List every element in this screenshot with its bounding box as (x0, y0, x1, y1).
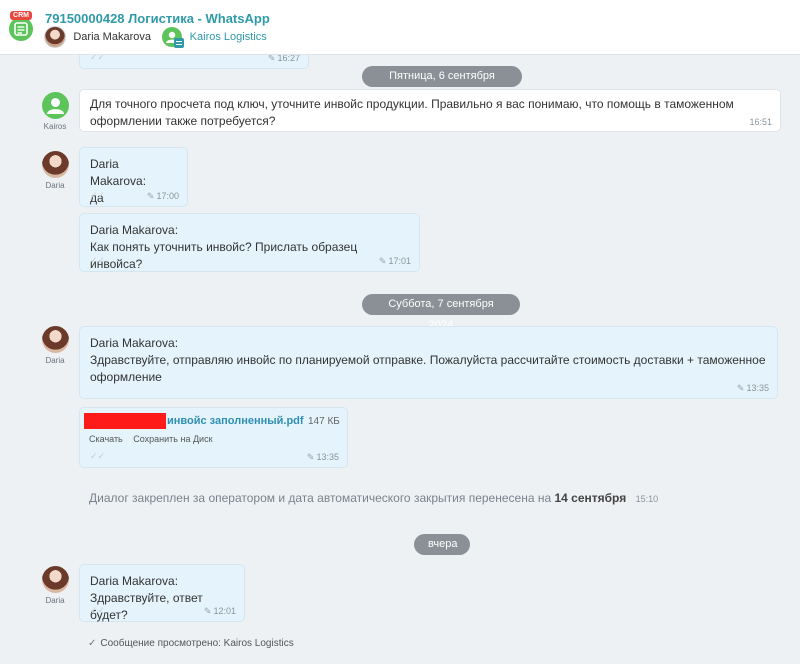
file-name-link[interactable]: инвойс заполненный.pdf (167, 415, 304, 427)
message-author: Daria Makarova: (90, 574, 179, 588)
edited-pencil-icon: ✎ (146, 191, 155, 201)
file-size: 147 КБ (308, 416, 340, 427)
participant-name: Daria Makarova (73, 31, 151, 43)
message-text: Здравствуйте, отправляю инвойс по планир… (90, 353, 766, 367)
chat-title[interactable]: 79150000428 Логистика - WhatsApp (45, 11, 270, 26)
delivered-ticks-icon: ✓✓ (90, 190, 106, 200)
date-separator: Суббота, 7 сентября 2024 (362, 294, 520, 331)
daria-avatar (42, 566, 69, 593)
message-time: 13:35 (316, 452, 339, 462)
system-message-text: Диалог закреплен за оператором и дата ав… (89, 491, 552, 505)
participants-list: Daria Makarova Kairos Logistics (44, 26, 267, 50)
delivered-ticks-icon: ✓✓ (90, 605, 106, 615)
daria-avatar (44, 26, 66, 48)
message-bubble: Daria Makarova: да ✓✓ ✎ 17:00 (79, 147, 188, 207)
sender-label: Daria (45, 181, 65, 190)
download-button[interactable]: Скачать (89, 434, 123, 444)
system-message: Диалог закреплен за оператором и дата ав… (89, 491, 658, 505)
crm-badge-label: CRM (13, 12, 29, 19)
date-separator: вчера (414, 534, 470, 555)
edited-pencil-icon: ✎ (267, 54, 276, 63)
participant-name: Kairos Logistics (189, 31, 267, 43)
message-feed[interactable]: ✓✓ ✎16:27 Пятница, 6 сентября 2024 Kairo… (0, 54, 800, 664)
participant-kairos[interactable]: Kairos Logistics (162, 27, 267, 48)
seen-status-text: Сообщение просмотрено: Kairos Logistics (100, 638, 294, 649)
sender-label: Daria (45, 356, 65, 365)
file-message-bubble: инвойс заполненный.pdf 147 КБ Скачать Со… (79, 407, 348, 468)
edited-pencil-icon: ✎ (306, 452, 315, 462)
message-author: Daria Makarova: (90, 336, 179, 350)
participant-daria[interactable]: Daria Makarova (44, 26, 151, 48)
edited-pencil-icon: ✎ (736, 383, 745, 393)
kairos-avatar (162, 27, 185, 48)
sender-label: Kairos (43, 122, 67, 131)
message-text: оформлении также потребуется? (90, 114, 276, 128)
seen-check-icon: ✓ (88, 638, 97, 649)
message-text: Для точного просчета под ключ, уточните … (90, 97, 734, 111)
message-text: оформление (90, 370, 162, 384)
message-text: Как понять уточнить инвойс? Прислать обр… (90, 240, 358, 271)
delivered-ticks-icon: ✓✓ (90, 451, 106, 461)
message-bubble: Daria Makarova: Здравствуйте, отправляю … (79, 326, 778, 399)
date-separator: Пятница, 6 сентября 2024 (362, 66, 522, 103)
system-message-time: 15:10 (635, 494, 659, 504)
message-time: 16:27 (277, 54, 300, 63)
message-time: 16:51 (749, 117, 772, 127)
channel-badge-icon (174, 38, 185, 48)
seen-status: ✓ Сообщение просмотрено: Kairos Logistics (88, 638, 294, 649)
message-bubble: Для точного просчета под ключ, уточните … (79, 89, 781, 132)
save-to-disk-button[interactable]: Сохранить на Диск (133, 434, 212, 444)
message-author: Daria Makarova: (90, 157, 147, 188)
daria-avatar (42, 326, 69, 353)
kairos-avatar (42, 92, 69, 119)
system-message-date: 14 сентября (554, 491, 627, 505)
message-time: 13:35 (746, 383, 769, 393)
sender-label: Daria (45, 596, 65, 605)
delivered-ticks-icon: ✓✓ (90, 54, 106, 62)
message-time: 17:01 (388, 256, 411, 266)
crm-whatsapp-app-icon: CRM (7, 10, 35, 44)
message-time: 12:01 (213, 606, 236, 616)
delivered-ticks-icon: ✓✓ (90, 255, 106, 265)
message-author: Daria Makarova: (90, 223, 179, 237)
message-bubble-partial: ✓✓ ✎ 16:27 (79, 54, 309, 69)
redacted-block (84, 413, 166, 429)
message-bubble: Daria Makarova: Как понять уточнить инво… (79, 213, 420, 272)
daria-avatar (42, 151, 69, 178)
edited-pencil-icon: ✎ (203, 606, 212, 616)
edited-pencil-icon: ✎ (378, 256, 387, 266)
message-bubble: Daria Makarova: Здравствуйте, ответ буде… (79, 564, 245, 622)
message-time: 17:00 (156, 191, 179, 201)
chat-header: CRM 79150000428 Логистика - WhatsApp Dar… (0, 0, 800, 55)
